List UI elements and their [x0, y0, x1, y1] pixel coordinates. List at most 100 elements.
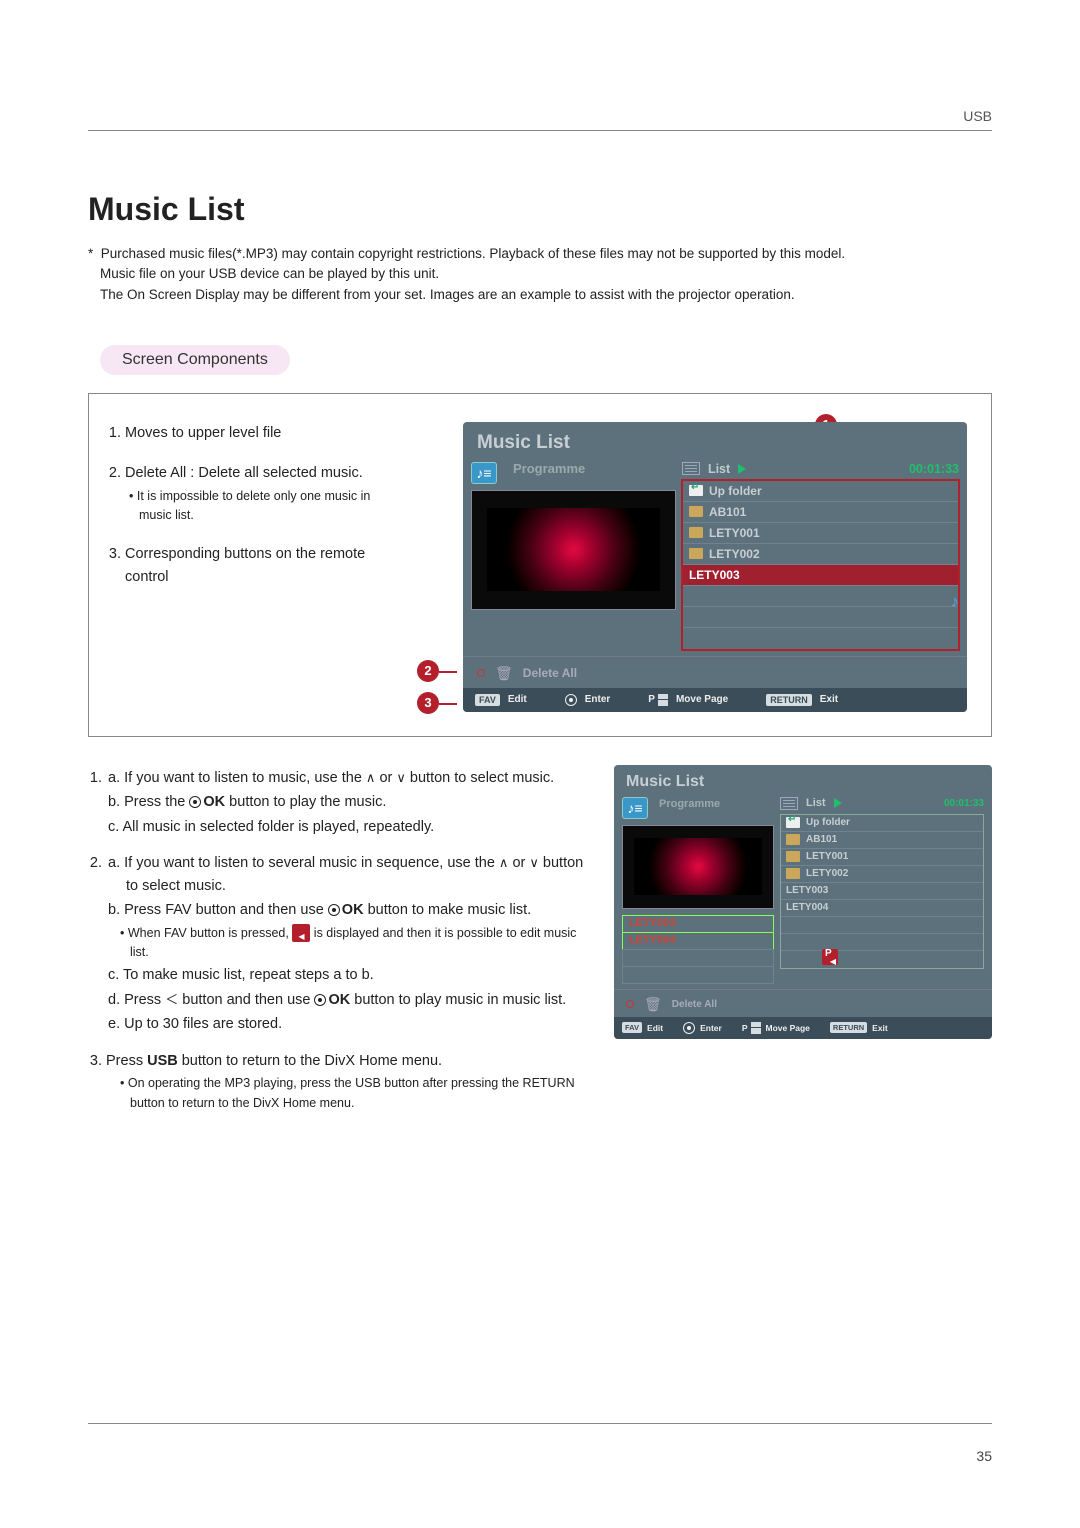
programme-label: Programme	[513, 461, 585, 476]
help-row-small: FAV Edit Enter P Move Page RETURN Exit	[614, 1017, 992, 1039]
osd-small: Music List Programme ♪≡ LETY003 LETY004	[614, 765, 992, 1039]
list-row-up[interactable]: Up folder	[683, 481, 958, 502]
delete-all-label: Delete All	[523, 666, 577, 680]
instr-1a-pre: a. If you want to listen to music, use t…	[108, 770, 366, 786]
up-folder-icon	[786, 817, 800, 828]
bullet-dot: •	[120, 926, 124, 940]
playlist-row-selected[interactable]: LETY004	[622, 932, 774, 950]
list-row-empty	[683, 607, 958, 628]
play-time: 00:01:33	[909, 462, 959, 476]
trash-icon: 🗑	[644, 996, 662, 1013]
up-folder-icon	[689, 485, 703, 496]
instr-2e: e. Up to 30 files are stored.	[108, 1013, 584, 1035]
playlist-row-selected[interactable]: LETY003	[622, 915, 774, 933]
instr-1c: c. All music in selected folder is playe…	[108, 816, 584, 838]
return-badge[interactable]: RETURN	[830, 1022, 867, 1033]
list-row-empty	[781, 917, 983, 934]
up-folder-label: Up folder	[806, 817, 850, 828]
exit-label: Exit	[820, 694, 838, 705]
playlist-badge	[822, 949, 838, 965]
preview-visualizer	[471, 490, 676, 610]
list-row-empty	[781, 951, 983, 968]
instr-2d-pre: d. Press	[108, 992, 165, 1008]
component-2-bullet: It is impossible to delete only one musi…	[137, 489, 370, 522]
header-section: USB	[88, 108, 992, 124]
list-row-selected[interactable]: LETY003	[683, 565, 958, 586]
instr-2c: c. To make music list, repeat steps a to…	[108, 964, 584, 986]
callout-2: 2	[417, 660, 439, 682]
down-arrow-icon: ∨	[396, 770, 406, 785]
row-label: LETY002	[709, 547, 760, 561]
asterisk: *	[88, 246, 93, 261]
page-arrows-icon	[658, 694, 668, 706]
folder-icon	[786, 851, 800, 862]
row-label: LETY001	[806, 851, 848, 862]
component-2: Delete All : Delete all selected music.	[125, 465, 363, 481]
callout-3: 3	[417, 692, 439, 714]
list-row-empty	[683, 586, 958, 607]
move-page-label: Move Page	[676, 694, 728, 705]
row-label: LETY004	[786, 902, 828, 913]
left-playlist: LETY003 LETY004	[622, 915, 774, 984]
enter-label: Enter	[700, 1023, 722, 1033]
ok-text: OK	[203, 794, 225, 810]
section-pill: Screen Components	[100, 345, 290, 375]
ok-symbol	[328, 904, 342, 916]
note-1: Purchased music files(*.MP3) may contain…	[101, 246, 845, 261]
p-label: P	[742, 1023, 748, 1033]
playlist-icon	[292, 924, 310, 942]
return-badge[interactable]: RETURN	[766, 694, 812, 706]
list-row[interactable]: LETY003	[781, 883, 983, 900]
instr-2b-post: button to make music list.	[364, 902, 532, 918]
ok-icon[interactable]	[565, 694, 577, 706]
page-button[interactable]: P	[648, 694, 668, 706]
list-label-small: List	[806, 797, 826, 809]
programme-label-small: Programme	[659, 798, 720, 810]
page-button[interactable]: P	[742, 1022, 761, 1034]
delete-all-row-small[interactable]: 🗑 Delete All	[614, 989, 992, 1017]
list-row[interactable]: LETY001	[781, 849, 983, 866]
osd-title-small: Music List	[614, 765, 992, 797]
callout-2-line	[439, 671, 457, 673]
components-frame: Moves to upper level file Delete All : D…	[88, 393, 992, 737]
edit-label: Edit	[508, 694, 527, 705]
list-row[interactable]: LETY001	[683, 523, 958, 544]
ok-icon[interactable]	[683, 1022, 695, 1034]
row-label: LETY001	[709, 526, 760, 540]
trash-icon: 🗑	[495, 665, 513, 682]
page-number: 35	[976, 1448, 992, 1464]
music-app-icon: ♪≡	[471, 462, 497, 484]
delete-all-row[interactable]: 🗑 Delete All	[463, 656, 967, 688]
fav-badge[interactable]: FAV	[475, 694, 500, 706]
list-row[interactable]: LETY002	[781, 866, 983, 883]
osd-title: Music List	[463, 422, 967, 462]
fav-badge[interactable]: FAV	[622, 1022, 642, 1033]
row-label: LETY003	[689, 568, 740, 582]
footer-rule	[88, 1423, 992, 1424]
instr-1a-post: button to select music.	[406, 770, 554, 786]
instr-2-bullet-pre: When FAV button is pressed,	[128, 926, 292, 940]
or-text-2: or	[508, 855, 529, 871]
instr-1b-pre: b. Press the	[108, 794, 189, 810]
playlist-row-empty	[622, 949, 774, 967]
p-label: P	[648, 694, 655, 705]
instr-2d-mid: button and then use	[178, 992, 314, 1008]
component-1: Moves to upper level file	[125, 422, 397, 444]
bullet-dot: •	[129, 489, 133, 503]
move-page-label: Move Page	[766, 1023, 810, 1033]
list-row[interactable]: LETY002	[683, 544, 958, 565]
left-arrow-icon: ＜	[165, 992, 178, 1007]
help-row: FAV Edit Enter P Move Page RETURN Exit	[463, 688, 967, 712]
list-row[interactable]: AB101	[781, 832, 983, 849]
list-row[interactable]: LETY004	[781, 900, 983, 917]
note-3: The On Screen Display may be different f…	[100, 285, 992, 305]
file-list: Up folder AB101 LETY001 LETY002 LETY003	[682, 480, 959, 650]
folder-icon	[689, 548, 703, 559]
music-app-icon: ♪≡	[622, 797, 648, 819]
list-row-up[interactable]: Up folder	[781, 815, 983, 832]
delete-all-label-small: Delete All	[672, 999, 717, 1010]
list-row[interactable]: AB101	[683, 502, 958, 523]
record-dot-icon	[477, 669, 485, 677]
record-dot-icon	[626, 1000, 634, 1008]
list-row-empty	[683, 628, 958, 649]
